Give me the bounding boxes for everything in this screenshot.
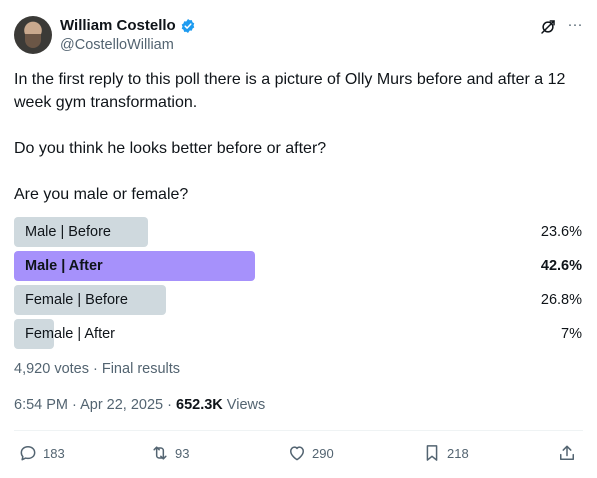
- reply-button[interactable]: 183: [18, 442, 65, 464]
- tweet-header: William Costello @CostelloWilliam ···: [14, 16, 583, 56]
- grok-icon[interactable]: [539, 18, 557, 36]
- views-count: 652.3K: [176, 397, 223, 413]
- share-icon: [560, 445, 574, 460]
- poll-option-percent: 42.6%: [540, 258, 582, 274]
- repost-button[interactable]: 93: [150, 442, 189, 464]
- poll-option-label: Male | Before: [25, 224, 111, 240]
- bookmark-count: 218: [447, 445, 469, 461]
- bookmark-icon: [426, 445, 438, 461]
- more-options-icon[interactable]: ···: [567, 17, 583, 34]
- repost-icon: [153, 446, 167, 460]
- heart-icon: [290, 446, 304, 461]
- verified-badge-icon: [181, 18, 194, 33]
- poll-option-percent: 7%: [561, 326, 582, 342]
- tweet-paragraph: In the first reply to this poll there is…: [14, 71, 566, 111]
- poll-option-label: Female | Before: [25, 292, 128, 308]
- tweet-paragraph: Do you think he looks better before or a…: [14, 140, 327, 157]
- like-button[interactable]: 290: [287, 442, 334, 464]
- timestamp-row[interactable]: 6:54 PM · Apr 22, 2025 · 652.3K Views: [14, 397, 265, 413]
- action-bar: 183 93 290 218: [14, 442, 583, 466]
- views-label: Views: [222, 397, 266, 413]
- tweet-paragraph: Are you male or female?: [14, 186, 189, 203]
- poll-option-label: Male | After: [25, 258, 103, 274]
- poll-option: Male | After 42.6%: [14, 251, 582, 281]
- poll-option-percent: 23.6%: [540, 224, 582, 240]
- bookmark-button[interactable]: 218: [422, 442, 469, 464]
- poll-option: Female | After 7%: [14, 319, 582, 349]
- poll-option-label: Female | After: [25, 326, 115, 342]
- author-display-name[interactable]: William Costello: [60, 17, 176, 34]
- reply-icon: [20, 446, 36, 461]
- divider: [14, 430, 583, 431]
- author-name-row[interactable]: William Costello: [60, 17, 196, 34]
- poll-summary: 4,920 votes · Final results: [14, 361, 181, 377]
- reply-count: 183: [43, 445, 65, 461]
- share-button[interactable]: [557, 442, 577, 464]
- poll-option: Male | Before 23.6%: [14, 217, 582, 247]
- tweet-text: In the first reply to this poll there is…: [14, 68, 584, 229]
- poll: Male | Before 23.6% Male | After 42.6% F…: [14, 217, 582, 353]
- author-handle[interactable]: @CostelloWilliam: [60, 37, 174, 53]
- poll-option: Female | Before 26.8%: [14, 285, 582, 315]
- repost-count: 93: [175, 445, 190, 461]
- poll-option-percent: 26.8%: [540, 292, 582, 308]
- avatar[interactable]: [14, 16, 52, 54]
- timestamp[interactable]: 6:54 PM · Apr 22, 2025 ·: [14, 397, 176, 413]
- like-count: 290: [312, 445, 334, 461]
